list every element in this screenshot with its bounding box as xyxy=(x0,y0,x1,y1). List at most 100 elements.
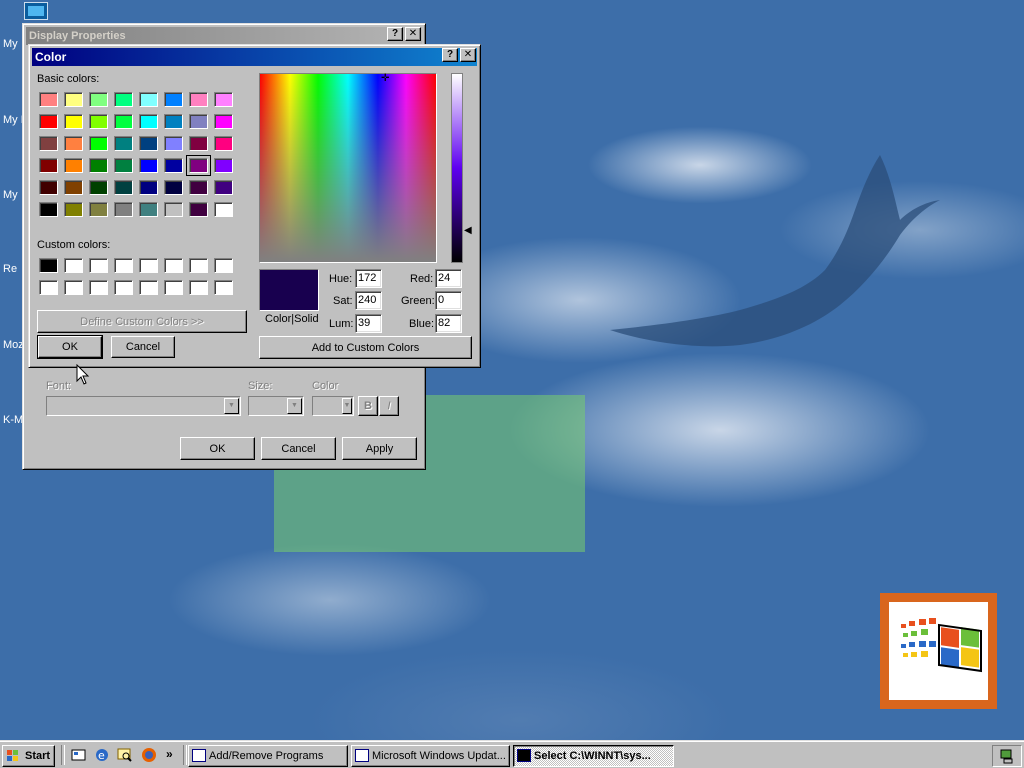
basic-color-swatch[interactable] xyxy=(189,136,208,151)
basic-color-swatch[interactable] xyxy=(164,180,183,195)
firefox-icon[interactable] xyxy=(141,747,157,763)
basic-color-swatch[interactable] xyxy=(214,158,233,173)
custom-color-swatch[interactable] xyxy=(164,280,183,295)
basic-color-swatch[interactable] xyxy=(39,158,58,173)
taskbar-button[interactable]: Microsoft Windows Updat... xyxy=(351,745,510,767)
italic-button[interactable]: I xyxy=(379,396,399,416)
basic-color-swatch[interactable] xyxy=(139,114,158,129)
custom-color-swatch[interactable] xyxy=(189,258,208,273)
quicklaunch-chevron[interactable]: » xyxy=(166,747,173,761)
basic-color-swatch[interactable] xyxy=(39,136,58,151)
basic-color-swatch[interactable] xyxy=(89,114,108,129)
basic-color-swatch[interactable] xyxy=(39,92,58,107)
blue-input[interactable]: 82 xyxy=(435,314,462,333)
custom-color-swatch[interactable] xyxy=(214,258,233,273)
luminosity-slider[interactable] xyxy=(451,73,463,263)
basic-color-swatch[interactable] xyxy=(64,114,83,129)
taskbar-button[interactable]: Add/Remove Programs xyxy=(188,745,348,767)
basic-color-swatch[interactable] xyxy=(214,202,233,217)
show-desktop-icon[interactable] xyxy=(71,747,87,763)
search-icon[interactable] xyxy=(117,747,133,763)
basic-color-swatch[interactable] xyxy=(89,158,108,173)
custom-color-swatch[interactable] xyxy=(64,258,83,273)
basic-color-swatch[interactable] xyxy=(189,180,208,195)
basic-color-swatch[interactable] xyxy=(164,114,183,129)
hue-input[interactable]: 172 xyxy=(355,269,382,288)
basic-color-swatch[interactable] xyxy=(114,202,133,217)
custom-color-swatch[interactable] xyxy=(214,280,233,295)
custom-color-swatch[interactable] xyxy=(89,258,108,273)
custom-color-swatch[interactable] xyxy=(189,280,208,295)
define-custom-colors-button[interactable]: Define Custom Colors >> xyxy=(37,310,247,333)
basic-color-swatch[interactable] xyxy=(114,92,133,107)
help-button[interactable]: ? xyxy=(387,27,403,41)
help-button[interactable]: ? xyxy=(442,48,458,62)
custom-color-swatch[interactable] xyxy=(114,280,133,295)
start-button[interactable]: Start xyxy=(2,745,55,767)
custom-color-swatch[interactable] xyxy=(139,258,158,273)
font-dropdown[interactable]: ▼ xyxy=(46,396,241,416)
basic-color-swatch[interactable] xyxy=(64,136,83,151)
basic-color-swatch[interactable] xyxy=(139,92,158,107)
desktop-icon[interactable] xyxy=(24,2,48,20)
custom-color-swatch[interactable] xyxy=(164,258,183,273)
basic-color-swatch[interactable] xyxy=(64,158,83,173)
basic-color-swatch[interactable] xyxy=(114,136,133,151)
basic-color-swatch[interactable] xyxy=(214,136,233,151)
basic-color-swatch[interactable] xyxy=(39,180,58,195)
add-to-custom-colors-button[interactable]: Add to Custom Colors xyxy=(259,336,472,359)
basic-color-swatch[interactable] xyxy=(89,136,108,151)
basic-color-swatch[interactable] xyxy=(139,202,158,217)
custom-color-swatch[interactable] xyxy=(39,258,58,273)
basic-color-swatch[interactable] xyxy=(164,158,183,173)
basic-color-swatch[interactable] xyxy=(64,92,83,107)
green-input[interactable]: 0 xyxy=(435,291,462,310)
bold-button[interactable]: B xyxy=(358,396,378,416)
basic-color-swatch[interactable] xyxy=(89,180,108,195)
basic-color-swatch[interactable] xyxy=(114,114,133,129)
basic-color-swatch[interactable] xyxy=(114,180,133,195)
close-button[interactable]: ✕ xyxy=(405,27,421,41)
basic-color-swatch[interactable] xyxy=(189,114,208,129)
close-button[interactable]: ✕ xyxy=(460,48,476,62)
basic-color-swatch[interactable] xyxy=(114,158,133,173)
color-picker-dropdown[interactable]: ▼ xyxy=(312,396,354,416)
custom-color-swatch[interactable] xyxy=(39,280,58,295)
internet-explorer-icon[interactable]: e xyxy=(94,747,110,763)
display-properties-titlebar[interactable]: Display Properties xyxy=(26,27,422,45)
basic-color-swatch[interactable] xyxy=(39,202,58,217)
basic-color-swatch[interactable] xyxy=(164,92,183,107)
basic-color-swatch[interactable] xyxy=(164,202,183,217)
custom-color-swatch[interactable] xyxy=(89,280,108,295)
apply-button[interactable]: Apply xyxy=(342,437,417,460)
color-dialog-titlebar[interactable]: Color xyxy=(32,48,477,66)
custom-color-swatch[interactable] xyxy=(64,280,83,295)
red-input[interactable]: 24 xyxy=(435,269,462,288)
basic-color-swatch[interactable] xyxy=(39,114,58,129)
ok-button[interactable]: OK xyxy=(180,437,255,460)
color-preview[interactable] xyxy=(259,269,319,311)
basic-color-swatch[interactable] xyxy=(189,202,208,217)
basic-color-swatch[interactable] xyxy=(214,114,233,129)
basic-color-swatch[interactable] xyxy=(164,136,183,151)
basic-color-swatch[interactable] xyxy=(186,155,211,176)
luminosity-arrow-icon[interactable]: ◀ xyxy=(464,225,472,236)
basic-color-swatch[interactable] xyxy=(64,180,83,195)
basic-color-swatch[interactable] xyxy=(139,136,158,151)
taskbar-button[interactable]: Select C:\WINNT\sys... xyxy=(513,745,674,767)
basic-color-swatch[interactable] xyxy=(89,92,108,107)
lum-input[interactable]: 39 xyxy=(355,314,382,333)
cancel-button[interactable]: Cancel xyxy=(261,437,336,460)
ok-button[interactable]: OK xyxy=(37,335,103,359)
basic-color-swatch[interactable] xyxy=(89,202,108,217)
basic-color-swatch[interactable] xyxy=(189,92,208,107)
basic-color-swatch[interactable] xyxy=(139,180,158,195)
color-spectrum[interactable]: ✛ xyxy=(259,73,437,263)
basic-color-swatch[interactable] xyxy=(214,92,233,107)
size-dropdown[interactable]: ▼ xyxy=(248,396,304,416)
cancel-button[interactable]: Cancel xyxy=(111,336,175,358)
custom-color-swatch[interactable] xyxy=(114,258,133,273)
custom-color-swatch[interactable] xyxy=(139,280,158,295)
network-icon[interactable] xyxy=(999,748,1015,764)
sat-input[interactable]: 240 xyxy=(355,291,382,310)
